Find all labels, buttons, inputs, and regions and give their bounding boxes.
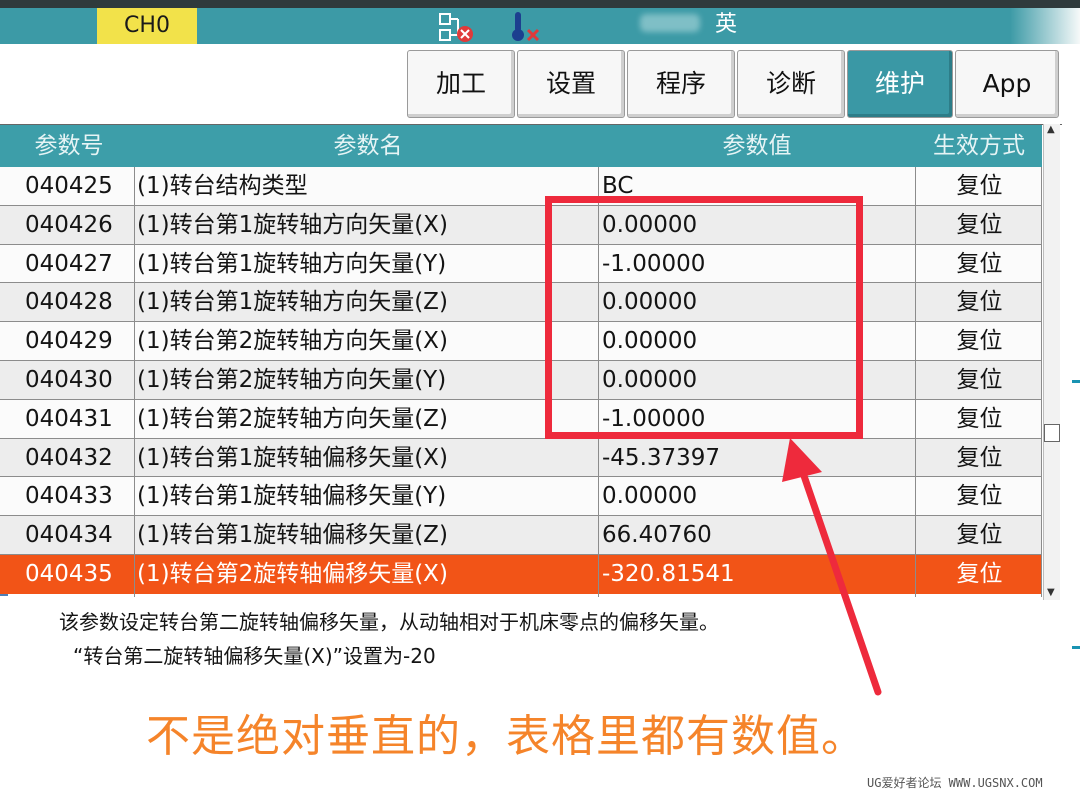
param-name: (1)转台第1旋转轴方向矢量(Y) bbox=[137, 250, 447, 277]
param-no: 040425 bbox=[25, 173, 113, 199]
param-description: 该参数设定转台第二旋转轴偏移矢量，从动轴相对于机床零点的偏移矢量。 bbox=[59, 610, 719, 634]
scroll-up-icon[interactable]: ▲ bbox=[1047, 124, 1055, 135]
param-no: 040434 bbox=[25, 522, 113, 549]
tab-settings[interactable]: 设置 bbox=[517, 50, 625, 118]
table-row[interactable]: 040429 (1)转台第2旋转轴方向矢量(X) 0.00000 复位 bbox=[0, 322, 1042, 361]
tab-maintenance[interactable]: 维护 bbox=[847, 50, 953, 118]
param-name: (1)转台第2旋转轴方向矢量(Z) bbox=[137, 405, 448, 432]
status-bar-strip bbox=[0, 0, 1080, 8]
edge-tick bbox=[1072, 380, 1080, 383]
param-name: (1)转台第2旋转轴偏移矢量(X) bbox=[137, 560, 448, 587]
param-name: (1)转台第2旋转轴方向矢量(X) bbox=[137, 328, 448, 355]
header-effect-mode: 生效方式 bbox=[933, 133, 1025, 159]
scroll-down-icon[interactable]: ▼ bbox=[1047, 587, 1055, 598]
header-param-no: 参数号 bbox=[34, 133, 104, 159]
tab-program[interactable]: 程序 bbox=[627, 50, 735, 118]
header-param-value: 参数值 bbox=[722, 133, 792, 159]
param-no: 040435 bbox=[25, 560, 113, 587]
param-name: (1)转台第1旋转轴方向矢量(X) bbox=[137, 211, 448, 238]
param-name: (1)转台第1旋转轴偏移矢量(Z) bbox=[137, 522, 448, 549]
effect-mode: 复位 bbox=[956, 328, 1003, 355]
param-no: 040427 bbox=[25, 250, 113, 277]
effect-mode: 复位 bbox=[956, 211, 1003, 238]
table-header: 参数号 参数名 参数值 生效方式 bbox=[0, 125, 1042, 167]
param-name: (1)转台第1旋转轴方向矢量(Z) bbox=[137, 289, 448, 316]
param-no: 040426 bbox=[25, 211, 113, 238]
scroll-thumb[interactable] bbox=[1044, 424, 1060, 442]
table-row[interactable]: 040428 (1)转台第1旋转轴方向矢量(Z) 0.00000 复位 bbox=[0, 283, 1042, 323]
status-bar: CH0 英 bbox=[0, 0, 1080, 44]
column-divider bbox=[134, 167, 135, 597]
effect-mode: 复位 bbox=[956, 483, 1003, 510]
effect-mode: 复位 bbox=[956, 250, 1003, 277]
param-no: 040430 bbox=[25, 366, 113, 393]
annotation-arrow-icon bbox=[782, 438, 882, 696]
table-row[interactable]: 040425 (1)转台结构类型 BC 复位 bbox=[0, 167, 1042, 206]
effect-mode: 复位 bbox=[956, 560, 1003, 587]
tab-machining[interactable]: 加工 bbox=[407, 50, 515, 118]
param-name: (1)转台结构类型 bbox=[137, 173, 308, 199]
effect-mode: 复位 bbox=[956, 405, 1003, 432]
language-indicator[interactable]: 英 bbox=[715, 10, 737, 40]
table-scrollbar[interactable]: ▲ ▼ bbox=[1043, 124, 1060, 600]
effect-mode: 复位 bbox=[956, 444, 1003, 471]
param-name: (1)转台第2旋转轴方向矢量(Y) bbox=[137, 366, 447, 393]
blurred-status-text bbox=[640, 14, 700, 32]
parameter-table: 参数号 参数名 参数值 生效方式 040425 (1)转台结构类型 BC 复位 … bbox=[0, 124, 1062, 601]
annotation-caption: 不是绝对垂直的，表格里都有数值。 bbox=[146, 711, 866, 762]
thermometer-error-icon bbox=[512, 12, 540, 42]
highlight-box bbox=[545, 196, 863, 439]
watermark: UG爱好者论坛 WWW.UGSNX.COM bbox=[867, 776, 1043, 790]
param-no: 040433 bbox=[25, 483, 113, 510]
effect-mode: 复位 bbox=[956, 522, 1003, 549]
effect-mode: 复位 bbox=[956, 289, 1003, 316]
effect-mode: 复位 bbox=[956, 366, 1003, 393]
param-no: 040429 bbox=[25, 328, 113, 355]
param-no: 040431 bbox=[25, 405, 113, 432]
param-name: (1)转台第1旋转轴偏移矢量(X) bbox=[137, 444, 448, 471]
tab-app[interactable]: App bbox=[955, 50, 1059, 118]
column-divider bbox=[915, 167, 916, 597]
table-row[interactable]: 040426 (1)转台第1旋转轴方向矢量(X) 0.00000 复位 bbox=[0, 205, 1042, 245]
tab-diagnosis[interactable]: 诊断 bbox=[737, 50, 845, 118]
effect-mode: 复位 bbox=[956, 173, 1003, 199]
param-no: 040432 bbox=[25, 444, 113, 471]
param-no: 040428 bbox=[25, 289, 113, 316]
table-row[interactable]: 040427 (1)转台第1旋转轴方向矢量(Y) -1.00000 复位 bbox=[0, 244, 1042, 284]
status-bar-fade bbox=[1010, 8, 1080, 44]
column-divider bbox=[1041, 167, 1042, 597]
channel-indicator[interactable]: CH0 bbox=[97, 8, 197, 44]
param-description-note: “转台第二旋转轴偏移矢量(X)”设置为-20 bbox=[73, 644, 436, 668]
param-name: (1)转台第1旋转轴偏移矢量(Y) bbox=[137, 483, 447, 510]
header-param-name: 参数名 bbox=[333, 133, 403, 159]
table-row[interactable]: 040430 (1)转台第2旋转轴方向矢量(Y) 0.00000 复位 bbox=[0, 360, 1042, 400]
edge-tick bbox=[1072, 646, 1080, 649]
network-error-icon bbox=[439, 13, 473, 42]
